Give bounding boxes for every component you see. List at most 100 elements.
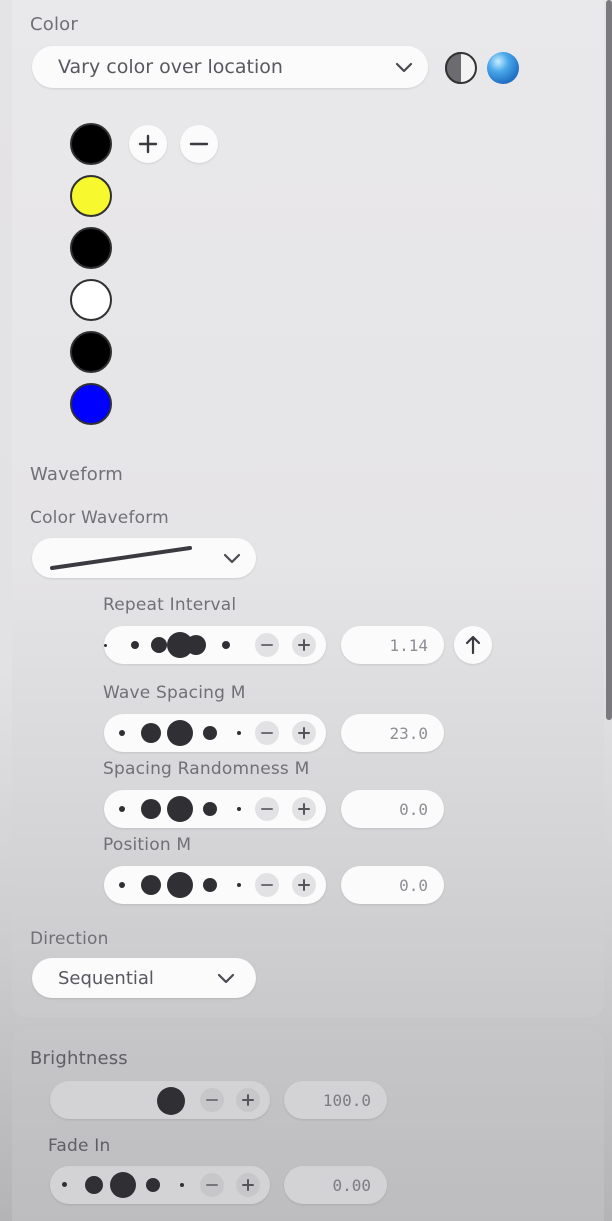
minus-icon (261, 644, 273, 646)
fade-in-label: Fade In (48, 1136, 111, 1156)
increment-button[interactable] (292, 633, 316, 657)
chevron-down-icon (223, 553, 241, 564)
color-swatch[interactable] (70, 227, 112, 269)
slider-dot (237, 807, 241, 811)
position-slider[interactable] (104, 866, 326, 904)
wave-spacing-value: 23.0 (389, 724, 428, 743)
minus-icon (261, 884, 273, 886)
decrement-button[interactable] (255, 873, 279, 897)
chevron-down-icon (395, 62, 413, 73)
remove-color-button[interactable] (180, 125, 218, 163)
slider-dot (180, 1183, 184, 1187)
slider-dot (119, 730, 125, 736)
increment-button[interactable] (236, 1088, 260, 1112)
slider-dot (151, 637, 167, 653)
position-value: 0.0 (399, 876, 428, 895)
color-swatch[interactable] (70, 279, 112, 321)
color-waveform-label: Color Waveform (30, 508, 169, 528)
decrement-button[interactable] (200, 1173, 224, 1197)
direction-dropdown[interactable]: Sequential (32, 958, 256, 998)
direction-label: Direction (30, 929, 109, 949)
plus-icon (298, 639, 310, 651)
color-section-label: Color (30, 14, 78, 35)
spacing-randomness-label: Spacing Randomness M (103, 759, 310, 779)
repeat-interval-input[interactable]: 1.14 (341, 626, 444, 664)
spacing-randomness-value: 0.0 (399, 800, 428, 819)
repeat-interval-slider[interactable] (104, 626, 326, 664)
direction-value: Sequential (58, 968, 154, 989)
slider-dot (203, 878, 217, 892)
plus-icon (298, 727, 310, 739)
slider-dot (104, 644, 107, 647)
repeat-interval-upload-button[interactable] (454, 626, 492, 664)
spacing-randomness-slider[interactable] (104, 790, 326, 828)
color-waveform-dropdown[interactable] (32, 538, 256, 578)
slider-knob[interactable] (110, 1172, 136, 1198)
fade-in-input[interactable]: 0.00 (284, 1166, 387, 1204)
decrement-button[interactable] (255, 633, 279, 657)
slider-dot (141, 799, 161, 819)
minus-icon (261, 732, 273, 734)
arrow-up-icon (465, 635, 481, 655)
effect-settings-panel: Color Vary color over location Waveform … (0, 0, 612, 1221)
slider-dot (146, 1178, 160, 1192)
plus-icon (138, 134, 158, 154)
color-swatch[interactable] (70, 383, 112, 425)
repeat-interval-value: 1.14 (389, 636, 428, 655)
slider-dot (119, 882, 125, 888)
increment-button[interactable] (292, 797, 316, 821)
slider-knob[interactable] (167, 872, 193, 898)
plus-icon (298, 879, 310, 891)
position-input[interactable]: 0.0 (341, 866, 444, 904)
brightness-slider[interactable] (50, 1081, 270, 1119)
slider-dot (237, 883, 241, 887)
slider-dot (237, 731, 241, 735)
slider-dot (186, 635, 206, 655)
slider-knob[interactable] (157, 1087, 185, 1115)
color-swatch[interactable] (70, 331, 112, 373)
waveform-section-label: Waveform (30, 464, 123, 485)
decrement-button[interactable] (200, 1088, 224, 1112)
fade-in-slider[interactable] (50, 1166, 270, 1204)
slider-dot (222, 641, 230, 649)
minus-icon (189, 142, 209, 146)
increment-button[interactable] (236, 1173, 260, 1197)
minus-icon (206, 1099, 218, 1101)
slider-dot (62, 1182, 67, 1187)
color-swatch[interactable] (70, 123, 112, 165)
wave-spacing-label: Wave Spacing M (103, 683, 246, 703)
slider-dot (131, 641, 139, 649)
decrement-button[interactable] (255, 721, 279, 745)
decrement-button[interactable] (255, 797, 279, 821)
slider-dot (85, 1176, 103, 1194)
wave-spacing-slider[interactable] (104, 714, 326, 752)
slider-knob[interactable] (167, 796, 193, 822)
brightness-value: 100.0 (322, 1091, 371, 1110)
color-mode-value: Vary color over location (58, 56, 283, 78)
waveform-ramp-icon (50, 546, 192, 570)
chevron-down-icon (217, 973, 235, 984)
slider-dot (119, 806, 125, 812)
plus-icon (242, 1094, 254, 1106)
scrollbar-thumb[interactable] (606, 0, 612, 720)
add-color-button[interactable] (129, 125, 167, 163)
slider-dot (141, 723, 161, 743)
color-sphere-icon[interactable] (485, 50, 521, 86)
wave-spacing-input[interactable]: 23.0 (341, 714, 444, 752)
minus-icon (261, 808, 273, 810)
increment-button[interactable] (292, 721, 316, 745)
position-label: Position M (103, 835, 192, 855)
contrast-icon[interactable] (444, 51, 478, 85)
plus-icon (298, 803, 310, 815)
brightness-input[interactable]: 100.0 (284, 1081, 387, 1119)
slider-dot (203, 802, 217, 816)
color-mode-dropdown[interactable]: Vary color over location (32, 46, 428, 88)
slider-dot (141, 875, 161, 895)
repeat-interval-label: Repeat Interval (103, 595, 237, 615)
slider-knob[interactable] (167, 720, 193, 746)
increment-button[interactable] (292, 873, 316, 897)
plus-icon (242, 1179, 254, 1191)
color-swatch[interactable] (70, 175, 112, 217)
slider-dot (203, 726, 217, 740)
spacing-randomness-input[interactable]: 0.0 (341, 790, 444, 828)
